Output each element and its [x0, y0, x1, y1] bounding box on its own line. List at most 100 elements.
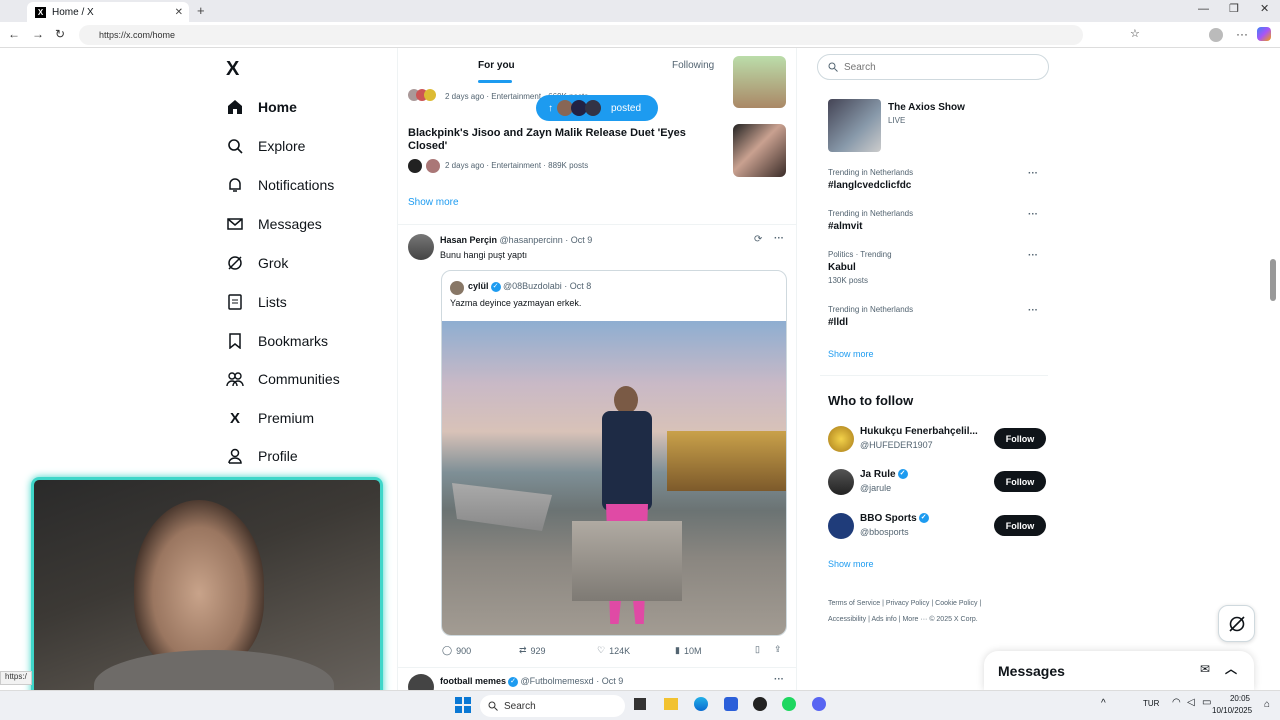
avatar[interactable]	[828, 469, 854, 495]
tab-following[interactable]: Following	[672, 60, 714, 71]
discord-icon[interactable]	[812, 697, 826, 711]
avatar[interactable]	[408, 234, 434, 260]
language-indicator[interactable]: TUR	[1143, 699, 1159, 708]
tab-for-you[interactable]: For you	[478, 60, 515, 71]
messages-drawer[interactable]: Messages ✉ ︿	[984, 651, 1254, 690]
follow-name[interactable]: Ja Rule	[860, 469, 896, 480]
spotify-icon[interactable]	[782, 697, 796, 711]
copilot-icon[interactable]	[1257, 27, 1271, 41]
grok-float-button[interactable]	[1218, 605, 1255, 642]
footer-link[interactable]: More ···	[902, 616, 927, 623]
browser-menu-icon[interactable]: ···	[1236, 27, 1248, 41]
more-options-icon[interactable]: ···	[774, 674, 784, 685]
nav-item-home[interactable]: Home	[226, 94, 297, 120]
nav-item-bookmarks[interactable]: Bookmarks	[226, 328, 328, 354]
chevron-up-icon[interactable]: ︿	[1225, 660, 1237, 677]
edge-icon[interactable]	[694, 697, 708, 711]
clock-time[interactable]: 20:05	[1220, 694, 1250, 703]
follow-button[interactable]: Follow	[994, 515, 1046, 536]
battery-icon[interactable]: ▭	[1202, 697, 1211, 708]
trend-row[interactable]: Trending in Netherlands #langlcvedclicfdc…	[828, 168, 1038, 191]
repost-button[interactable]: ⇄ 929	[519, 645, 546, 656]
close-tab-icon[interactable]: ✕	[175, 7, 183, 18]
nav-item-premium[interactable]: X Premium	[226, 405, 314, 431]
show-more-link[interactable]: Show more	[828, 559, 874, 569]
footer-link[interactable]: Privacy Policy	[886, 600, 930, 607]
chevron-up-icon[interactable]: ^	[1101, 698, 1106, 709]
nav-item-messages[interactable]: Messages	[226, 211, 322, 237]
more-options-icon[interactable]: ···	[774, 233, 784, 244]
nav-item-lists[interactable]: Lists	[226, 289, 287, 315]
post-handle[interactable]: @Futbolmemesxd	[521, 676, 594, 686]
store-icon[interactable]	[724, 697, 738, 711]
new-posts-pill[interactable]: ↑ posted	[536, 95, 658, 121]
file-explorer-icon[interactable]	[664, 698, 678, 710]
volume-icon[interactable]: ◁	[1187, 697, 1195, 708]
app-icon[interactable]	[753, 697, 767, 711]
quoted-post[interactable]: cylül ✓ @08Buzdolabi · Oct 8 Yazma deyinc…	[441, 270, 787, 636]
maximize-icon[interactable]: ❐	[1229, 2, 1239, 15]
clock-date[interactable]: 10/10/2025	[1212, 706, 1252, 715]
footer-link[interactable]: Terms of Service	[828, 600, 880, 607]
search-input[interactable]	[844, 61, 1024, 73]
live-thumbnail[interactable]	[828, 99, 881, 152]
live-title[interactable]: The Axios Show	[888, 102, 965, 113]
profile-avatar[interactable]	[1209, 28, 1223, 42]
grok-icon[interactable]: ⟳	[754, 234, 762, 245]
new-tab-button[interactable]: +	[197, 3, 205, 18]
follow-button[interactable]: Follow	[994, 471, 1046, 492]
more-options-icon[interactable]: ···	[1028, 305, 1038, 316]
share-icon[interactable]: ⇪	[774, 644, 782, 655]
nav-item-grok[interactable]: Grok	[226, 250, 288, 276]
more-options-icon[interactable]: ···	[1028, 250, 1038, 261]
like-button[interactable]: ♡ 124K	[597, 645, 630, 656]
nav-item-notifications[interactable]: Notifications	[226, 172, 334, 198]
browser-tab[interactable]: X Home / X ✕	[27, 2, 189, 22]
notification-bell-icon[interactable]: ⌂	[1264, 699, 1270, 710]
trend-row[interactable]: Trending in Netherlands #lldl ···	[828, 305, 1038, 328]
follow-name[interactable]: Hukukçu Fenerbahçelil...	[860, 426, 978, 437]
x-logo[interactable]: X	[226, 58, 239, 81]
reload-icon[interactable]: ↻	[55, 27, 65, 41]
views-button[interactable]: ▮ 10M	[675, 645, 701, 656]
avatar[interactable]	[828, 513, 854, 539]
footer-link[interactable]: Ads info	[871, 616, 896, 623]
search-box[interactable]	[817, 54, 1049, 80]
post-photo[interactable]	[442, 321, 786, 635]
trend-row[interactable]: Politics · Trending Kabul 130K posts ···	[828, 250, 1038, 285]
more-options-icon[interactable]: ···	[1028, 209, 1038, 220]
window-close-icon[interactable]: ✕	[1260, 2, 1269, 15]
reply-button[interactable]: ◯ 900	[442, 645, 471, 656]
trend-title[interactable]: Blackpink's Jisoo and Zayn Malik Release…	[408, 127, 708, 153]
trend-row[interactable]: Trending in Netherlands #almvit ···	[828, 209, 1038, 232]
nav-item-explore[interactable]: Explore	[226, 133, 305, 159]
wifi-icon[interactable]: ◠	[1172, 697, 1181, 708]
back-icon[interactable]: ←	[8, 27, 20, 41]
avatar[interactable]	[828, 426, 854, 452]
forward-icon[interactable]: →	[32, 27, 44, 41]
windows-start-icon[interactable]	[455, 697, 471, 713]
trend-thumbnail[interactable]	[733, 124, 786, 177]
follow-button[interactable]: Follow	[994, 428, 1046, 449]
scrollbar-thumb[interactable]	[1270, 259, 1276, 301]
new-message-icon[interactable]: ✉	[1200, 662, 1210, 676]
post-handle[interactable]: @hasanpercinn	[500, 235, 563, 245]
nav-item-communities[interactable]: Communities	[226, 366, 340, 392]
url-field[interactable]: https://x.com/home	[79, 25, 1083, 45]
show-more-link[interactable]: Show more	[408, 197, 459, 208]
favorite-star-icon[interactable]: ☆	[1130, 27, 1140, 40]
more-options-icon[interactable]: ···	[1028, 168, 1038, 179]
follow-name[interactable]: BBO Sports	[860, 513, 917, 524]
nav-item-profile[interactable]: Profile	[226, 443, 298, 469]
show-more-link[interactable]: Show more	[828, 349, 874, 359]
bookmark-post-icon[interactable]: ▯	[755, 644, 760, 655]
minimize-icon[interactable]: —	[1198, 3, 1209, 15]
post-author-name[interactable]: football memes	[440, 676, 506, 686]
post-date[interactable]: · Oct 9	[596, 676, 623, 686]
post-author-name[interactable]: Hasan Perçin	[440, 235, 497, 245]
footer-link[interactable]: Accessibility	[828, 616, 866, 623]
task-view-icon[interactable]	[634, 698, 646, 710]
trend-thumbnail[interactable]	[733, 56, 786, 108]
post-date[interactable]: · Oct 9	[565, 235, 592, 245]
taskbar-search[interactable]: Search	[480, 695, 625, 717]
